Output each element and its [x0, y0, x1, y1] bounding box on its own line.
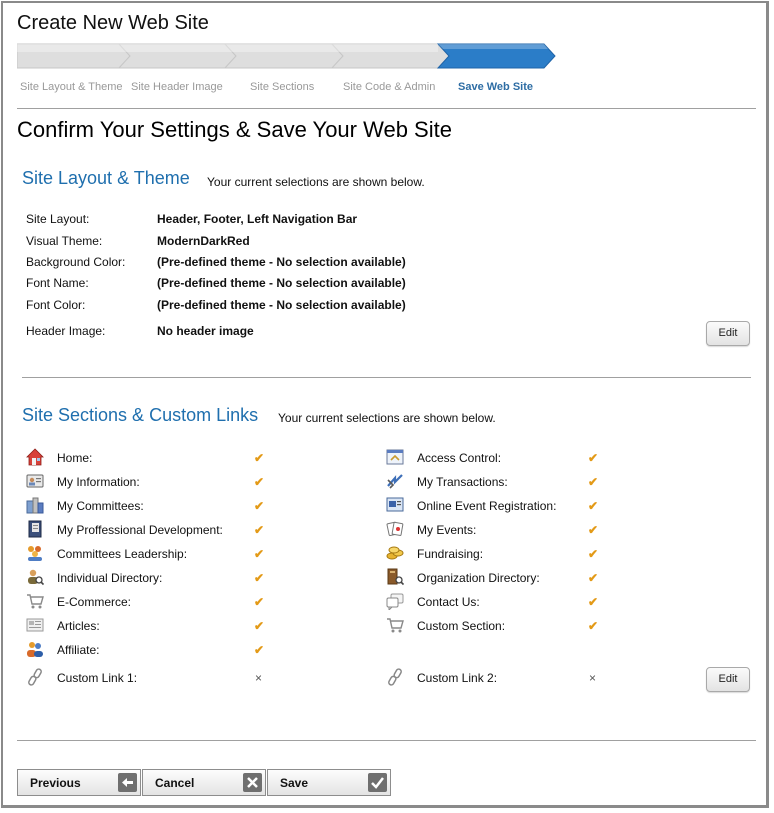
section-label-my-committees: My Committees: — [57, 499, 144, 513]
edit-sections-button[interactable]: Edit — [706, 667, 750, 692]
divider — [22, 377, 751, 378]
wizard-progress — [17, 43, 562, 69]
section-label-custom-link-2: Custom Link 2: — [417, 671, 498, 685]
x-icon: × — [255, 671, 263, 685]
header-image-label: Header Image: — [26, 324, 106, 338]
previous-button-label: Previous — [30, 776, 81, 790]
section-label-my-transactions: My Transactions: — [417, 475, 508, 489]
check-icon: ✔ — [588, 475, 599, 489]
book-icon — [28, 520, 42, 538]
arrow-left-icon — [118, 773, 137, 792]
previous-button[interactable]: Previous — [17, 769, 141, 796]
sections-note: Your current selections are shown below. — [278, 411, 496, 425]
check-icon: ✔ — [254, 619, 265, 633]
section-label-my-information: My Information: — [57, 475, 140, 489]
check-icon: ✔ — [588, 451, 599, 465]
newspaper-icon — [26, 618, 44, 632]
close-icon — [243, 773, 262, 792]
transactions-icon — [387, 474, 403, 489]
header-image-value: No header image — [157, 324, 254, 338]
chat-icon — [386, 593, 404, 610]
save-button-label: Save — [280, 776, 309, 790]
section-label-individual-directory: Individual Directory: — [57, 571, 163, 585]
cancel-button-label: Cancel — [155, 776, 195, 790]
save-button[interactable]: Save — [267, 769, 391, 796]
page-heading: Confirm Your Settings & Save Your Web Si… — [17, 117, 452, 142]
event-registration-icon — [386, 497, 404, 512]
edit-layout-button[interactable]: Edit — [706, 321, 750, 346]
committees-icon — [26, 497, 44, 514]
divider — [17, 740, 756, 741]
wizard-step-label[interactable]: Site Header Image — [131, 81, 223, 93]
check-icon: ✔ — [588, 571, 599, 585]
check-icon: ✔ — [254, 475, 265, 489]
link-icon — [388, 668, 402, 686]
check-icon: ✔ — [588, 499, 599, 513]
check-icon — [368, 773, 387, 792]
section-label-online-event-registration: Online Event Registration: — [417, 499, 557, 513]
org-search-icon — [387, 568, 404, 586]
x-icon: × — [589, 671, 597, 685]
visual-theme-value: ModernDarkRed — [157, 234, 250, 248]
cards-icon — [386, 521, 404, 537]
background-color-value: (Pre-defined theme - No selection availa… — [157, 255, 406, 269]
font-name-value: (Pre-defined theme - No selection availa… — [157, 276, 406, 290]
visual-theme-label: Visual Theme: — [26, 234, 103, 248]
section-label-articles: Articles: — [57, 619, 100, 633]
wizard-step-label[interactable]: Site Code & Admin — [343, 81, 435, 93]
id-card-icon — [26, 474, 44, 488]
cart-icon — [27, 594, 44, 609]
section-label-fundraising: Fundraising: — [417, 547, 484, 561]
wizard-step-label[interactable]: Site Layout & Theme — [20, 81, 123, 93]
section-label-committees-leadership: Committees Leadership: — [57, 547, 188, 561]
check-icon: ✔ — [254, 595, 265, 609]
person-search-icon — [28, 569, 44, 586]
section-label-e-commerce: E-Commerce: — [57, 595, 132, 609]
home-icon — [26, 448, 44, 466]
check-icon: ✔ — [254, 523, 265, 537]
check-icon: ✔ — [254, 643, 265, 657]
background-color-label: Background Color: — [26, 255, 126, 269]
layout-section-title: Site Layout & Theme — [22, 168, 190, 188]
affiliate-icon — [27, 642, 43, 657]
check-icon: ✔ — [588, 547, 599, 561]
coins-icon — [386, 546, 404, 560]
cancel-button[interactable]: Cancel — [142, 769, 266, 796]
section-label-my-events: My Events: — [417, 523, 477, 537]
check-icon: ✔ — [588, 619, 599, 633]
sections-title: Site Sections & Custom Links — [22, 405, 259, 425]
section-label-contact-us: Contact Us: — [417, 595, 480, 609]
divider — [17, 108, 756, 109]
wizard-step-label[interactable]: Site Sections — [250, 81, 314, 93]
section-label-organization-directory: Organization Directory: — [417, 571, 540, 585]
check-icon: ✔ — [254, 571, 265, 585]
font-name-label: Font Name: — [26, 276, 89, 290]
section-label-custom-section: Custom Section: — [417, 619, 506, 633]
section-label-affiliate: Affiliate: — [57, 643, 100, 657]
font-color-label: Font Color: — [26, 298, 86, 312]
access-control-icon — [386, 449, 404, 465]
check-icon: ✔ — [588, 595, 599, 609]
section-label-custom-link-1: Custom Link 1: — [57, 671, 138, 685]
check-icon: ✔ — [254, 547, 265, 561]
cart-icon — [387, 618, 404, 633]
page-title: Create New Web Site — [17, 12, 209, 34]
link-icon — [28, 668, 42, 686]
section-label-professional-development: My Proffessional Development: — [57, 523, 223, 537]
check-icon: ✔ — [588, 523, 599, 537]
layout-section-note: Your current selections are shown below. — [207, 175, 425, 189]
wizard-step-label-active[interactable]: Save Web Site — [458, 81, 533, 93]
group-icon — [28, 546, 42, 561]
site-layout-value: Header, Footer, Left Navigation Bar — [157, 212, 358, 226]
font-color-value: (Pre-defined theme - No selection availa… — [157, 298, 406, 312]
check-icon: ✔ — [254, 451, 265, 465]
section-label-access-control: Access Control: — [417, 451, 502, 465]
site-layout-label: Site Layout: — [26, 212, 90, 226]
section-label-home: Home: — [57, 451, 93, 465]
check-icon: ✔ — [254, 499, 265, 513]
